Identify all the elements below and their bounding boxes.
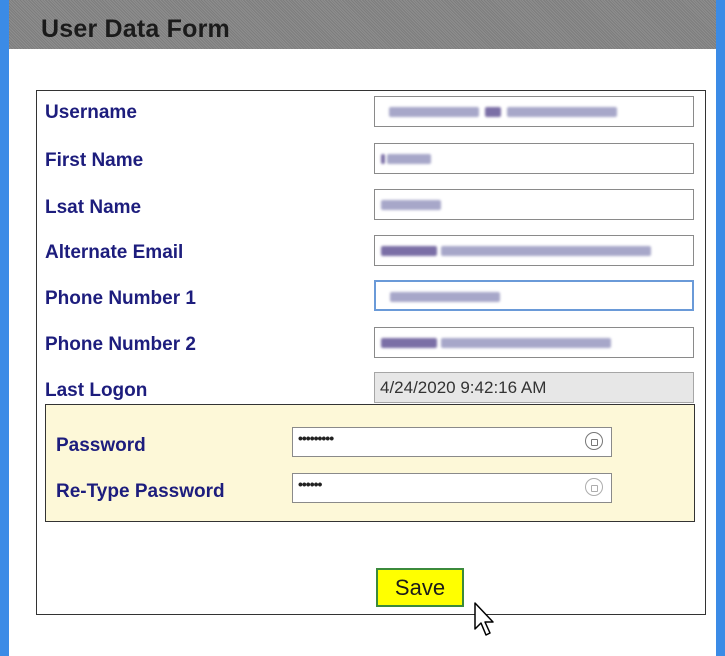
phone-number-2-label: Phone Number 2 — [45, 334, 196, 355]
retype-password-field[interactable]: •••••• — [292, 473, 612, 503]
lock-icon[interactable] — [585, 478, 603, 496]
last-logon-label: Last Logon — [45, 380, 148, 401]
retype-password-masked-value: •••••• — [298, 476, 322, 492]
username-redacted — [389, 107, 479, 117]
form-title-bar: User Data Form — [9, 0, 716, 49]
alternate-email-redacted-tail — [441, 246, 651, 256]
username-label: Username — [45, 102, 137, 123]
username-redacted-mark — [485, 107, 501, 117]
last-name-field[interactable] — [374, 189, 694, 220]
username-redacted-tail — [507, 107, 617, 117]
first-name-label: First Name — [45, 150, 144, 171]
window-left-border — [0, 0, 9, 656]
phone-number-1-field[interactable] — [374, 280, 694, 311]
password-masked-value: ••••••••• — [298, 430, 334, 446]
form-title: User Data Form — [41, 15, 230, 43]
alternate-email-field[interactable] — [374, 235, 694, 266]
password-label: Password — [56, 435, 146, 456]
last-logon-field: 4/24/2020 9:42:16 AM — [374, 372, 694, 403]
phone-number-2-redacted — [381, 338, 437, 348]
last-name-redacted — [381, 200, 441, 210]
phone-number-1-label: Phone Number 1 — [45, 288, 196, 309]
last-logon-value: 4/24/2020 9:42:16 AM — [380, 378, 547, 397]
password-field[interactable]: ••••••••• — [292, 427, 612, 457]
retype-password-label: Re-Type Password — [56, 481, 225, 502]
save-button[interactable]: Save — [376, 568, 464, 607]
last-name-label: Lsat Name — [45, 197, 142, 218]
first-name-redacted — [387, 154, 431, 164]
phone-number-1-redacted — [390, 292, 500, 302]
first-name-redacted-mark — [381, 154, 385, 164]
lock-icon[interactable] — [585, 432, 603, 450]
first-name-field[interactable] — [374, 143, 694, 174]
phone-number-2-field[interactable] — [374, 327, 694, 358]
window-right-border — [716, 0, 725, 656]
username-field[interactable] — [374, 96, 694, 127]
alternate-email-label: Alternate Email — [45, 242, 184, 263]
alternate-email-redacted — [381, 246, 437, 256]
phone-number-2-redacted-tail — [441, 338, 611, 348]
password-section: Password ••••••••• Re-Type Password ••••… — [45, 404, 695, 522]
mouse-pointer-icon — [474, 602, 494, 636]
